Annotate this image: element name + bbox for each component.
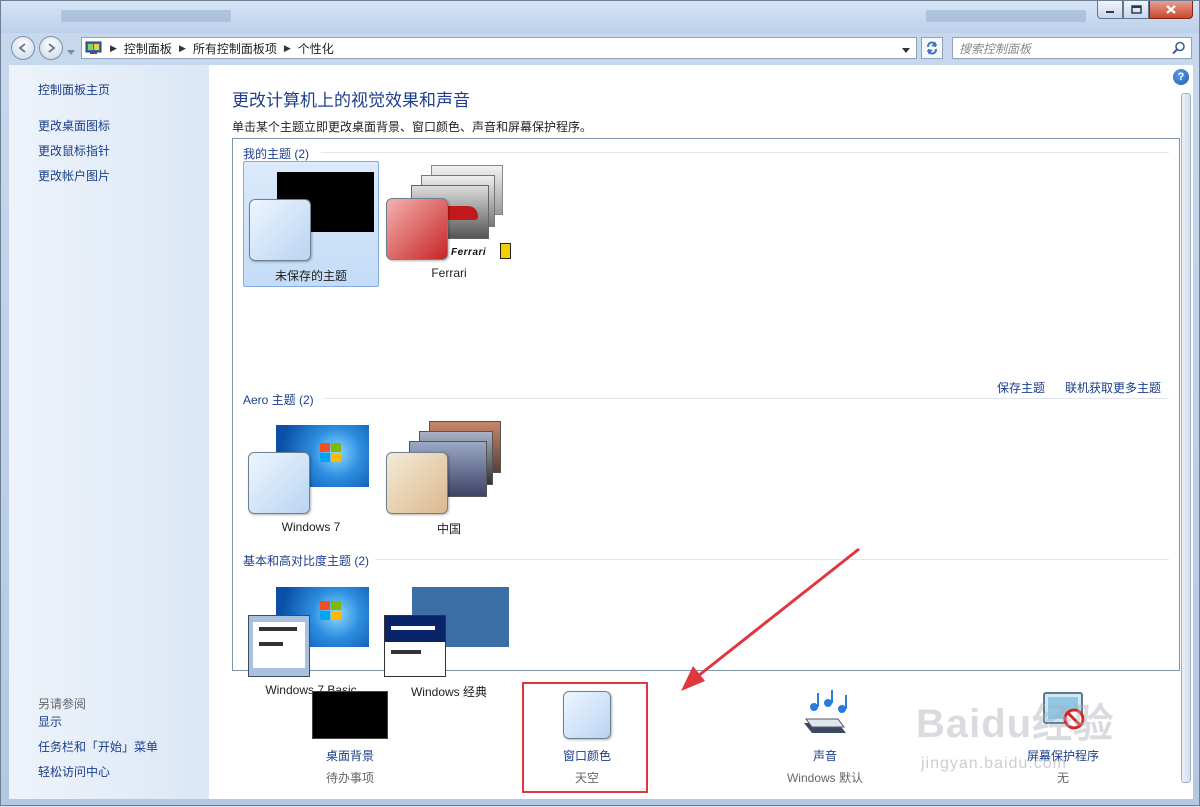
minimize-button[interactable] [1097,1,1123,19]
divider [375,559,1169,560]
watermark-url: jingyan.baidu.com [921,755,1067,772]
theme-label: 未保存的主题 [274,269,347,283]
back-button[interactable] [11,36,35,60]
desktop-background-setting[interactable]: 桌面背景 待办事项 [275,685,425,786]
sidebar-item-change-mouse-pointers[interactable]: 更改鼠标指针 [38,142,110,159]
windows-logo-icon [320,443,341,462]
address-bar[interactable]: ▶ 控制面板 ▶ 所有控制面板项 ▶ 个性化 [81,37,917,59]
get-more-themes-link[interactable]: 联机获取更多主题 [1065,379,1161,396]
theme-unsaved[interactable]: 未保存的主题 [243,161,379,287]
page-subtitle: 单击某个主题立即更改桌面背景、窗口颜色、声音和屏幕保护程序。 [232,120,593,134]
close-icon [1166,5,1176,14]
swatch-line [391,626,435,630]
breadcrumb-separator-icon: ▶ [283,42,291,53]
search-input[interactable] [957,39,1171,59]
window: ▶ 控制面板 ▶ 所有控制面板项 ▶ 个性化 控制面板主页 更改桌面图标 更改鼠… [0,0,1200,806]
sound-link[interactable]: 声音 [750,747,900,764]
page-title: 更改计算机上的视觉效果和声音 [232,91,470,110]
minimize-icon [1106,10,1114,13]
save-theme-link[interactable]: 保存主题 [997,379,1045,396]
theme-label: Ferrari [431,266,467,280]
swatch-titlebar [385,616,445,642]
breadcrumb-all-items[interactable]: 所有控制面板项 [193,40,277,57]
see-also-heading: 另请参阅 [38,697,87,711]
theme-color-swatch [248,452,310,514]
swatch-window [253,622,305,668]
desktop-background-link[interactable]: 桌面背景 [275,747,425,764]
swatch-line [259,642,283,646]
swatch-line [259,627,297,631]
theme-color-swatch [384,615,446,677]
ferrari-shield-icon [500,243,511,259]
sidebar-item-change-account-picture[interactable]: 更改帐户图片 [38,167,110,184]
forward-button[interactable] [39,36,63,60]
sound-setting[interactable]: 声音 Windows 默认 [750,685,900,786]
control-panel-icon [85,41,102,54]
arrow-right-icon [48,43,56,53]
sidebar-item-ease-of-access[interactable]: 轻松访问中心 [38,763,110,780]
search-box [952,37,1192,59]
chevron-down-icon [67,50,75,55]
chevron-down-icon [902,48,910,53]
theme-color-swatch [249,199,311,261]
theme-windows-7[interactable]: Windows 7 [243,405,379,534]
group-header-basic-themes: 基本和高对比度主题 (2) [243,554,370,568]
sidebar-item-change-desktop-icons[interactable]: 更改桌面图标 [38,117,110,134]
theme-color-swatch [248,615,310,677]
blurred-title-bg-right [926,10,1086,22]
theme-windows-classic[interactable]: Windows 经典 [381,568,517,699]
group-header-my-themes: 我的主题 (2) [243,147,310,161]
theme-windows-7-basic[interactable]: Windows 7 Basic [243,568,379,697]
divider [321,152,1169,153]
windows-logo-icon [320,601,341,620]
sound-icon [804,690,847,733]
breadcrumb-separator-icon: ▶ [178,42,186,53]
theme-list: 我的主题 (2) 未保存的主题 Ferrari Ferrari 保存主题 联机获… [232,138,1180,699]
divider [323,398,1169,399]
theme-china[interactable]: 中国 [381,405,517,536]
theme-ferrari[interactable]: Ferrari Ferrari [381,161,517,287]
breadcrumb-control-panel[interactable]: 控制面板 [124,40,172,57]
vertical-scrollbar[interactable] [1179,87,1193,787]
recent-pages-dropdown[interactable] [67,45,75,59]
annotation-highlight-box [522,682,648,793]
maximize-button[interactable] [1123,1,1149,19]
search-icon[interactable] [1172,41,1186,55]
title-bar[interactable] [1,1,1199,33]
breadcrumb-separator-icon: ▶ [110,42,117,53]
maximize-icon [1130,5,1142,14]
refresh-button[interactable] [921,37,943,59]
blurred-title-bg [61,10,231,22]
sidebar: 控制面板主页 更改桌面图标 更改鼠标指针 更改帐户图片 另请参阅 显示 任务栏和… [9,65,209,799]
breadcrumb-personalization[interactable]: 个性化 [298,40,334,57]
sidebar-item-taskbar-start-menu[interactable]: 任务栏和「开始」菜单 [38,738,158,755]
theme-color-swatch [386,198,448,260]
sound-value: Windows 默认 [786,771,863,785]
refresh-icon [927,41,937,55]
watermark-logo: Baidu经验 [916,702,1115,746]
help-icon[interactable]: ? [1173,69,1189,85]
theme-color-swatch [386,452,448,514]
desktop-background-value: 待办事项 [325,771,374,785]
close-button[interactable] [1149,1,1193,19]
sidebar-item-display[interactable]: 显示 [38,713,62,730]
theme-label: Windows 7 [281,520,341,534]
window-controls [1097,1,1193,19]
ferrari-logo: Ferrari [451,247,487,258]
swatch-line [391,650,421,654]
theme-label: 中国 [436,522,461,536]
address-dropdown-button[interactable] [902,43,910,57]
desktop-background-thumbnail [312,691,388,739]
main-content: ? 更改计算机上的视觉效果和声音 单击某个主题立即更改桌面背景、窗口颜色、声音和… [209,65,1193,799]
address-toolbar: ▶ 控制面板 ▶ 所有控制面板项 ▶ 个性化 [1,33,1199,63]
scrollbar-thumb[interactable] [1181,93,1191,783]
arrow-left-icon [18,43,26,53]
sidebar-item-control-panel-home[interactable]: 控制面板主页 [38,81,110,98]
